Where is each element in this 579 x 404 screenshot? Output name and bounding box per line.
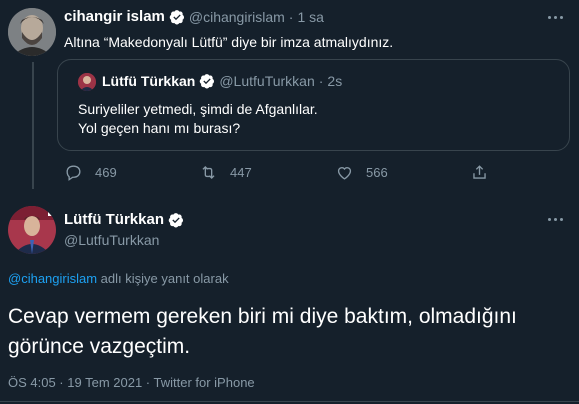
- bottom-divider: [0, 401, 579, 402]
- more-options-icon[interactable]: [548, 212, 568, 226]
- more-options-icon[interactable]: [548, 10, 568, 24]
- main-author-name[interactable]: Lütfü Türkkan: [64, 211, 164, 228]
- share-action[interactable]: [470, 163, 489, 182]
- share-icon: [473, 165, 486, 179]
- thread-connector-line: [32, 62, 34, 189]
- tweet-time[interactable]: 1 sa: [297, 9, 323, 25]
- tweet-meta[interactable]: ÖS 4:05 · 19 Tem 2021 · Twitter for iPho…: [8, 375, 255, 390]
- verified-badge-icon: [168, 212, 184, 228]
- reply-action[interactable]: 469: [64, 163, 117, 182]
- reply-icon: [66, 165, 81, 181]
- avatar-lutfu[interactable]: [8, 206, 56, 254]
- reply-to-link[interactable]: @cihangirislam: [8, 271, 97, 286]
- quoted-text-line-1: Suriyeliler yetmedi, şimdi de Afganlılar…: [78, 101, 318, 117]
- quoted-text-line-2: Yol geçen hanı mı burası?: [78, 120, 241, 136]
- quoted-tweet-time: 2s: [327, 73, 343, 89]
- reply-count: 469: [95, 165, 117, 180]
- like-action[interactable]: 566: [335, 163, 388, 182]
- quoted-author-name: Lütfü Türkkan: [102, 73, 196, 89]
- retweet-count: 447: [230, 165, 252, 180]
- main-tweet-text: Cevap vermem gereken biri mi diye baktım…: [8, 305, 517, 358]
- avatar-lutfu-small: [78, 73, 96, 91]
- retweet-action[interactable]: 447: [199, 163, 252, 182]
- avatar-cihangir[interactable]: [8, 8, 56, 56]
- retweet-icon: [202, 166, 215, 179]
- tweet-text: Altına “Makedonyalı Lütfü” diye bir imza…: [64, 34, 394, 50]
- heart-icon: [337, 167, 352, 180]
- verified-badge-icon: [169, 9, 185, 25]
- verified-badge-icon: [199, 73, 215, 89]
- author-handle[interactable]: @cihangirislam: [189, 9, 285, 25]
- separator-dot: ·: [318, 73, 324, 89]
- separator-dot: ·: [288, 8, 294, 25]
- author-name[interactable]: cihangir islam: [64, 8, 165, 25]
- like-count: 566: [366, 165, 388, 180]
- quoted-author-handle: @LutfuTurkkan: [219, 73, 315, 89]
- main-author-handle[interactable]: @LutfuTurkkan: [64, 232, 159, 248]
- reply-to-label: adlı kişiye yanıt olarak: [97, 271, 229, 286]
